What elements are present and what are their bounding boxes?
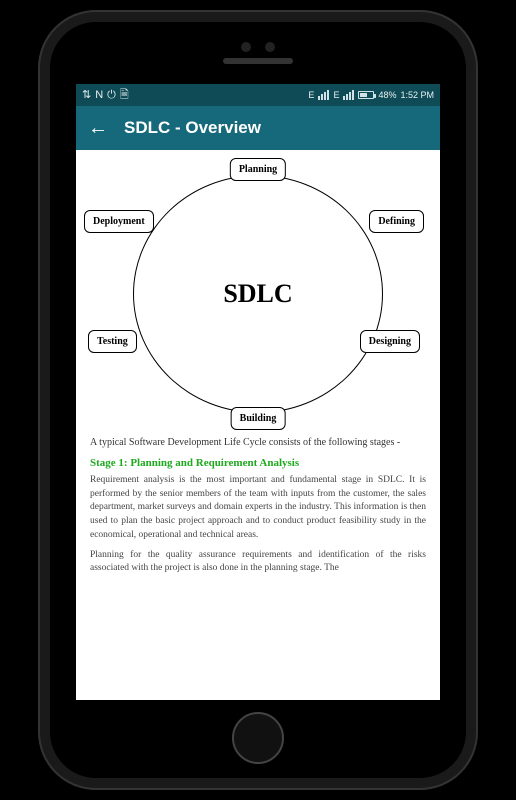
network-type-1: E: [308, 90, 314, 100]
power-icon: ⏻: [107, 90, 116, 101]
signal-icon-1: [318, 90, 329, 100]
content-scroll[interactable]: SDLC Planning Defining Designing Buildin…: [76, 150, 440, 700]
page-title: SDLC - Overview: [124, 118, 261, 138]
node-building: Building: [231, 407, 286, 430]
sync-icon: ⇅: [82, 90, 91, 101]
phone-earpiece: [50, 22, 466, 84]
phone-inner: ⇅ N ⏻ 🗎 E E 48% 1:52 PM ← SDLC - Overv: [50, 22, 466, 778]
battery-percent: 48%: [378, 90, 396, 100]
node-defining: Defining: [369, 210, 424, 233]
app-bar: ← SDLC - Overview: [76, 106, 440, 150]
node-planning: Planning: [230, 158, 286, 181]
notification-icon: 🗎: [120, 90, 129, 101]
clock: 1:52 PM: [400, 90, 434, 100]
node-designing: Designing: [360, 330, 420, 353]
stage-1-paragraph-1: Requirement analysis is the most importa…: [90, 474, 426, 543]
sdlc-diagram: SDLC Planning Defining Designing Buildin…: [90, 160, 426, 428]
diagram-center-label: SDLC: [223, 279, 292, 309]
status-bar: ⇅ N ⏻ 🗎 E E 48% 1:52 PM: [76, 84, 440, 106]
stage-1-paragraph-2: Planning for the quality assurance requi…: [90, 549, 426, 577]
back-arrow-icon[interactable]: ←: [88, 118, 108, 138]
node-deployment: Deployment: [84, 210, 154, 233]
phone-frame: ⇅ N ⏻ 🗎 E E 48% 1:52 PM ← SDLC - Overv: [38, 10, 478, 790]
stage-1-heading: Stage 1: Planning and Requirement Analys…: [90, 456, 426, 470]
signal-icon-2: [343, 90, 354, 100]
home-button[interactable]: [232, 712, 284, 764]
network-type-2: E: [333, 90, 339, 100]
node-testing: Testing: [88, 330, 137, 353]
screen: ⇅ N ⏻ 🗎 E E 48% 1:52 PM ← SDLC - Overv: [76, 84, 440, 700]
n-icon: N: [95, 90, 103, 101]
intro-text: A typical Software Development Life Cycl…: [90, 436, 426, 450]
battery-icon: [358, 91, 374, 99]
